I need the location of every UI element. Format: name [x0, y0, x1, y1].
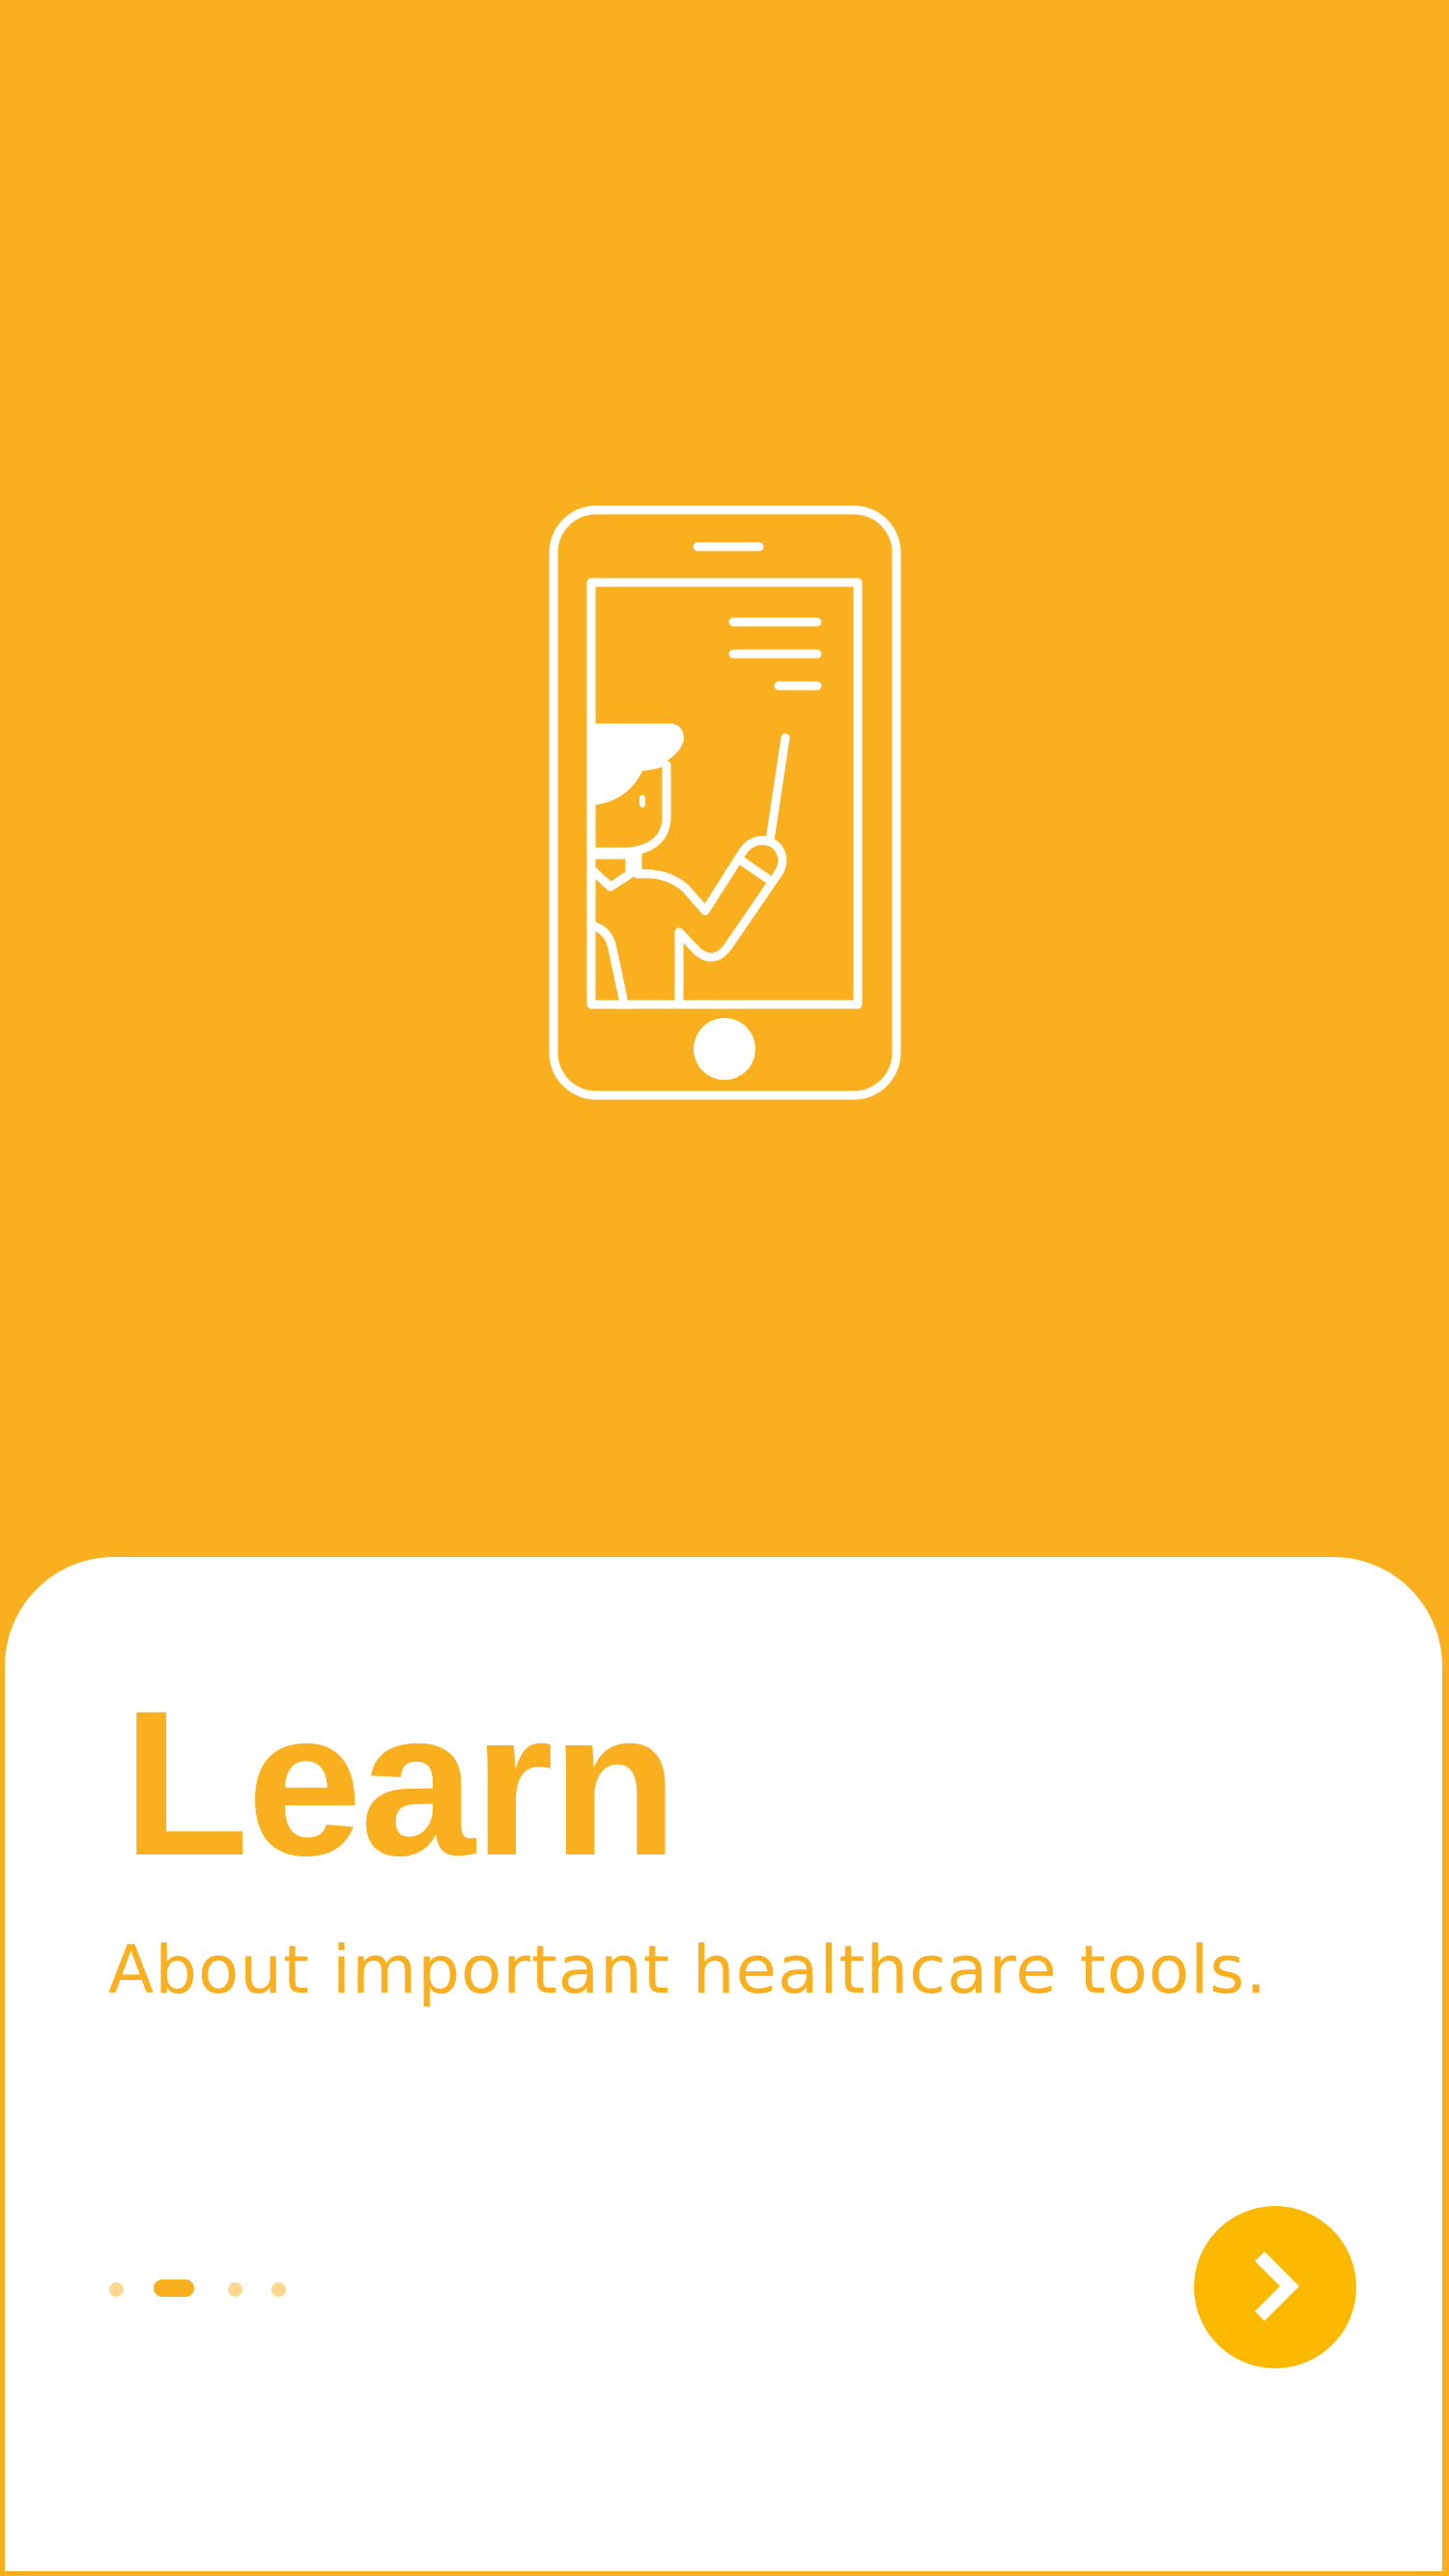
page-subtitle: About important healthcare tools.	[108, 1932, 1268, 2009]
hero-background	[0, 0, 1449, 1642]
page-title: Learn	[123, 1668, 678, 1899]
page-dot-3[interactable]	[228, 2282, 242, 2297]
page-dot-2-active[interactable]	[154, 2279, 194, 2297]
page-dot-4[interactable]	[271, 2282, 286, 2297]
page-indicator	[109, 2279, 302, 2299]
page-dot-1[interactable]	[109, 2282, 124, 2297]
phone-tutorial-icon	[549, 505, 901, 1100]
chevron-right-icon	[1255, 2251, 1299, 2321]
next-button[interactable]	[1194, 2206, 1356, 2368]
